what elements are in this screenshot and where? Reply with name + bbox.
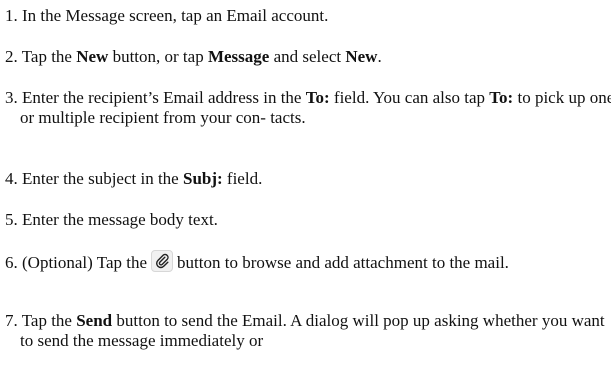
step-5: 5. Enter the message body text.: [5, 210, 611, 230]
step-2: 2. Tap the New button, or tap Message an…: [5, 47, 611, 67]
step-text: In the Message screen, tap an Email acco…: [22, 6, 329, 25]
step-number: 2.: [5, 47, 18, 66]
step-text: Enter the recipient’s Email address in t…: [22, 88, 306, 107]
step-text: button, or tap: [108, 47, 208, 66]
step-text: field.: [222, 169, 263, 188]
step-text: (Optional) Tap the: [22, 253, 148, 272]
step-number: 5.: [5, 210, 18, 229]
step-text: .: [377, 47, 382, 66]
step-text: Enter the subject in the: [22, 169, 183, 188]
subject-field-label: Subj:: [182, 169, 223, 188]
send-button-label: Send: [76, 311, 113, 330]
paperclip-icon: [151, 250, 174, 272]
to-button-label: To:: [489, 88, 514, 107]
new-button-label: New: [76, 47, 109, 66]
step-1: 1. In the Message screen, tap an Email a…: [5, 6, 611, 26]
to-field-label: To:: [305, 88, 330, 107]
step-text: Enter the message body text.: [22, 210, 218, 229]
message-menu-label: Message: [207, 47, 270, 66]
step-4: 4. Enter the subject in the Subj: field.: [5, 169, 611, 189]
step-3: 3. Enter the recipient’s Email address i…: [5, 88, 611, 127]
step-number: 3.: [5, 88, 18, 107]
step-number: 7.: [5, 311, 18, 330]
step-text: button to browse and add attachment to t…: [177, 253, 509, 272]
step-6: 6. (Optional) Tap the button to browse an…: [5, 250, 611, 273]
step-text: Tap the: [21, 47, 77, 66]
instruction-list: 1. In the Message screen, tap an Email a…: [0, 0, 611, 368]
step-7: 7. Tap the Send button to send the Email…: [5, 311, 611, 350]
new-menu-item-label: New: [345, 47, 378, 66]
step-number: 1.: [5, 6, 18, 25]
step-number: 4.: [5, 169, 18, 188]
step-text: field. You can also tap: [329, 88, 490, 107]
step-text: Tap the: [21, 311, 77, 330]
step-text: and select: [269, 47, 346, 66]
step-number: 6.: [5, 253, 18, 272]
